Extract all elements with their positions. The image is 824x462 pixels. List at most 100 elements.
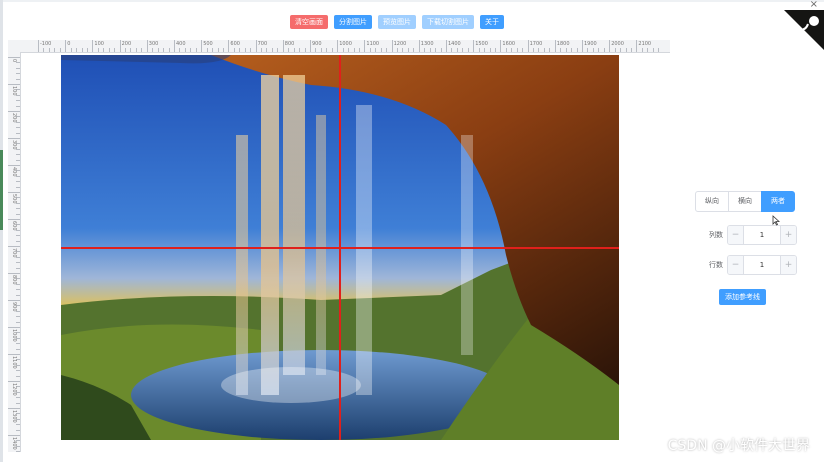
ruler-top-minor-tick <box>576 48 578 52</box>
ruler-top-minor-tick <box>641 48 643 52</box>
ruler-left-tick <box>8 381 20 382</box>
columns-stepper: − 1 + <box>727 225 797 245</box>
ruler-left-minor-tick <box>16 375 20 377</box>
ruler-top-minor-tick <box>543 48 545 52</box>
ruler-top-label: 1400 <box>448 41 461 47</box>
ruler-left-minor-tick <box>16 62 20 64</box>
ruler-left-tick <box>8 111 20 112</box>
ruler-left-tick <box>8 408 20 409</box>
ruler-top-minor-tick <box>43 48 45 52</box>
ruler-top-label: 800 <box>284 41 295 47</box>
ruler-left-tick <box>8 273 20 274</box>
ruler-top-minor-tick <box>614 48 616 52</box>
vertical-ruler[interactable]: 0 100 200 300 400 500 600 700 800 900 1000 1100 1200… <box>8 52 21 452</box>
ruler-top-label: 900 <box>312 41 322 47</box>
ruler-left-minor-tick <box>16 321 20 323</box>
ruler-left-label: 1000 <box>11 329 17 342</box>
vertical-guide-line[interactable] <box>339 55 341 440</box>
ruler-top-tick <box>636 40 638 52</box>
ruler-top-minor-tick <box>135 48 137 52</box>
ruler-top-label: 1800 <box>556 41 570 47</box>
ruler-top-tick <box>554 40 556 52</box>
add-guide-button[interactable]: 添加参考线 <box>719 289 766 305</box>
ruler-left-minor-tick <box>16 105 20 107</box>
ruler-left-minor-tick <box>16 294 20 296</box>
ruler-left-tick <box>8 300 20 301</box>
ruler-top-tick <box>337 40 339 52</box>
ruler-left-label: 400 <box>11 167 17 177</box>
ruler-top-minor-tick <box>435 48 437 52</box>
ruler-top-label: 2100 <box>638 41 652 47</box>
ruler-top-minor-tick <box>358 48 360 52</box>
ruler-top-tick <box>146 40 148 52</box>
ruler-top-minor-tick <box>304 48 306 52</box>
ruler-left-minor-tick <box>16 78 20 80</box>
clear-canvas-button[interactable]: 清空画面 <box>290 15 328 29</box>
ruler-top-label: 600 <box>230 41 240 47</box>
direction-horizontal-option[interactable]: 横向 <box>728 191 762 212</box>
ruler-top-tick <box>500 40 502 52</box>
horizontal-ruler[interactable]: -100 0 100 200 300 400 500 600 700 800 900 1000 1100… <box>8 40 670 53</box>
ruler-top-minor-tick <box>195 48 197 52</box>
ruler-top-tick <box>582 40 583 52</box>
ruler-left-minor-tick <box>16 235 20 237</box>
ruler-top-minor-tick <box>402 48 404 52</box>
ruler-top-minor-tick <box>386 48 388 52</box>
ruler-top-minor-tick <box>206 48 208 52</box>
window-close-icon[interactable]: × <box>810 0 818 10</box>
guide-settings-panel: 纵向 横向 两者 列数 − 1 + 行数 − 1 + 添加参考线 <box>695 191 805 305</box>
ruler-top-minor-tick <box>331 48 333 52</box>
ruler-left-label: 1400 <box>11 437 17 450</box>
ruler-top-tick <box>446 40 447 52</box>
ruler-left-minor-tick <box>16 343 20 345</box>
ruler-top-minor-tick <box>440 48 442 52</box>
ruler-top-minor-tick <box>239 48 241 52</box>
direction-both-option[interactable]: 两者 <box>761 191 795 212</box>
ruler-left-minor-tick <box>16 208 20 210</box>
rows-stepper: − 1 + <box>727 255 797 275</box>
ruler-top-tick <box>119 40 121 52</box>
split-image-button[interactable]: 分割图片 <box>334 15 372 29</box>
ruler-left-label: 1200 <box>11 383 17 396</box>
ruler-top-minor-tick <box>484 48 486 52</box>
ruler-top-minor-tick <box>293 48 295 52</box>
ruler-left-minor-tick <box>16 316 20 318</box>
ruler-top-minor-tick <box>130 48 132 52</box>
columns-decrement-button[interactable]: − <box>728 226 744 244</box>
ruler-left-minor-tick <box>16 100 20 102</box>
ruler-top-minor-tick <box>353 48 355 52</box>
preview-image-button[interactable]: 预览图片 <box>378 15 416 29</box>
ruler-left-minor-tick <box>16 154 20 156</box>
github-corner-icon[interactable] <box>784 10 824 50</box>
csdn-watermark: CSDN @小软件大世界 <box>667 438 810 454</box>
ruler-left-minor-tick <box>16 186 20 188</box>
ruler-top-minor-tick <box>288 48 290 52</box>
ruler-top-minor-tick <box>299 48 301 52</box>
ruler-top-label: 1000 <box>339 41 352 47</box>
ruler-top-minor-tick <box>658 48 660 52</box>
direction-vertical-option[interactable]: 纵向 <box>695 191 729 212</box>
ruler-top-minor-tick <box>505 48 507 52</box>
rows-decrement-button[interactable]: − <box>728 256 744 274</box>
ruler-left-minor-tick <box>16 73 20 75</box>
ruler-top-minor-tick <box>413 48 415 52</box>
ruler-top-minor-tick <box>511 48 513 52</box>
rows-input[interactable]: 1 <box>744 256 780 274</box>
ruler-top-minor-tick <box>114 48 116 52</box>
about-button[interactable]: 关于 <box>480 15 504 29</box>
ruler-top-minor-tick <box>250 48 252 52</box>
ruler-left-minor-tick <box>16 127 20 129</box>
ruler-top-minor-tick <box>571 48 573 52</box>
ruler-top-minor-tick <box>261 48 263 52</box>
rows-increment-button[interactable]: + <box>780 256 796 274</box>
ruler-top-minor-tick <box>456 48 458 52</box>
download-split-images-button[interactable]: 下载切割图片 <box>422 15 474 29</box>
ruler-top-minor-tick <box>549 48 551 52</box>
ruler-top-label: 500 <box>203 41 213 47</box>
ruler-top-minor-tick <box>647 48 649 52</box>
ruler-left-label: 600 <box>11 221 17 231</box>
ruler-top-minor-tick <box>630 48 632 52</box>
ruler-left-minor-tick <box>16 159 20 161</box>
ruler-top-minor-tick <box>424 48 426 52</box>
columns-increment-button[interactable]: + <box>780 226 796 244</box>
